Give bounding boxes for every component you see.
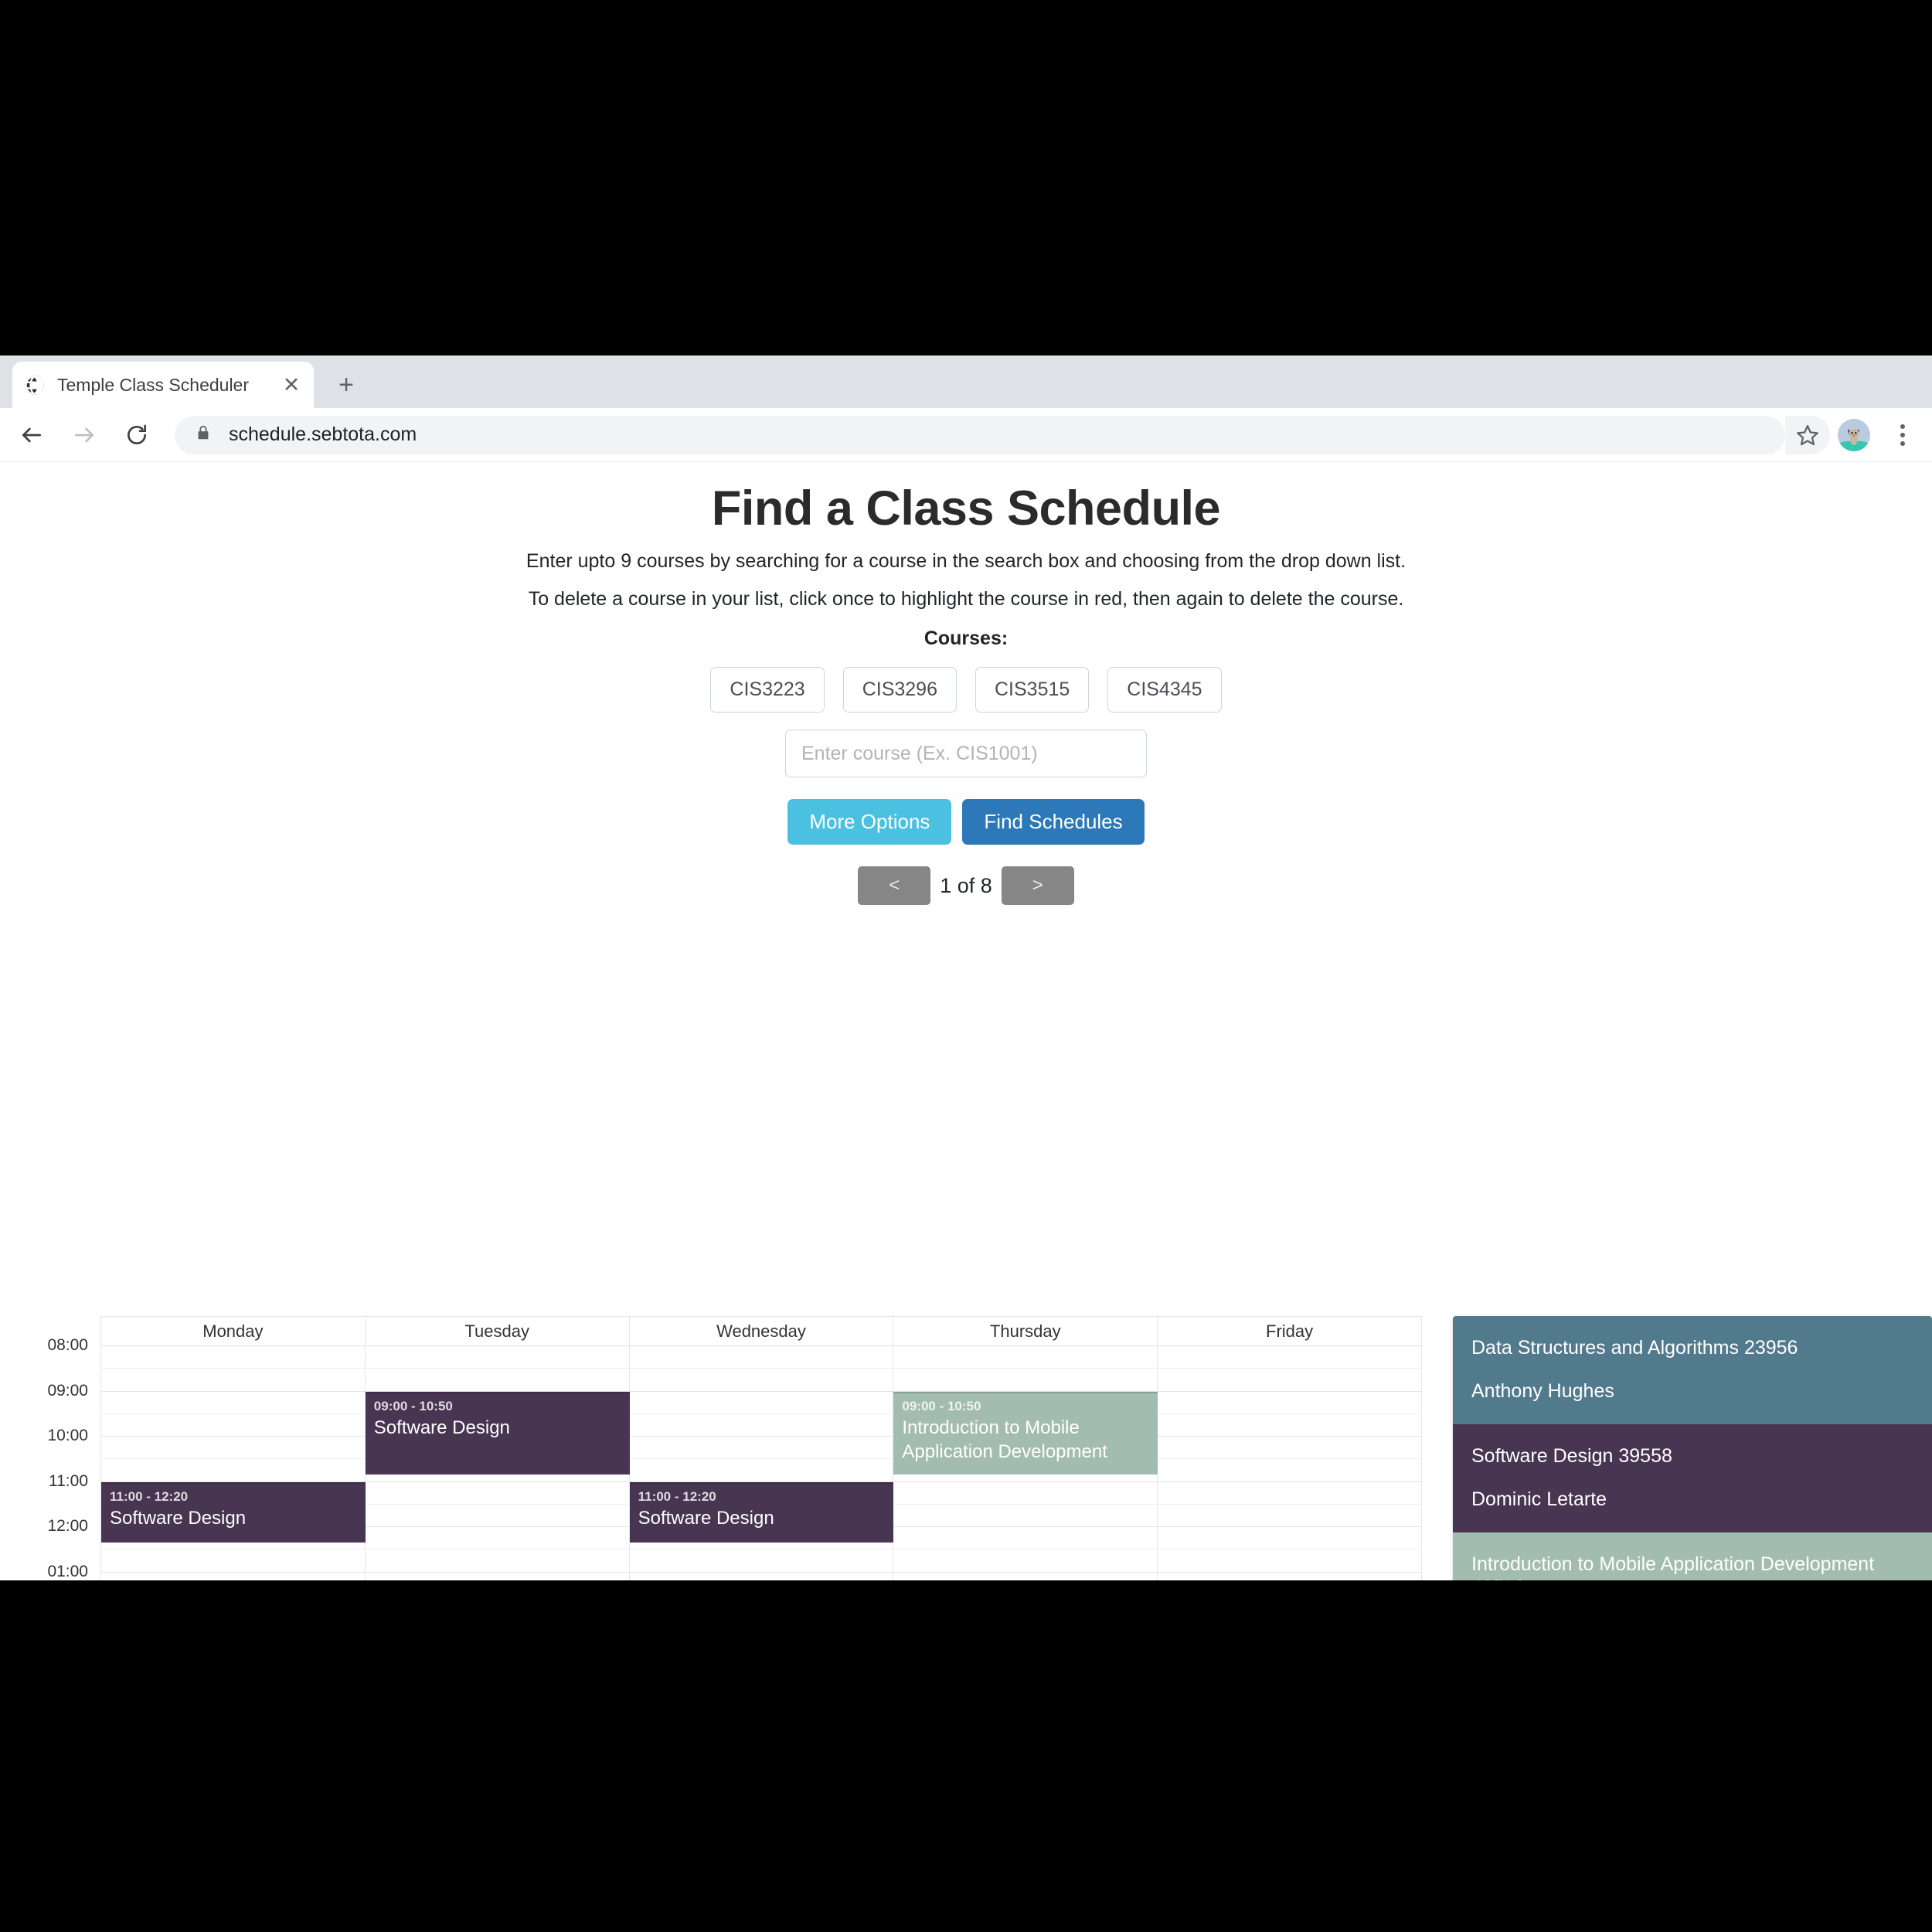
time-label: 09:00: [47, 1381, 88, 1400]
course-legend: Data Structures and Algorithms 23956 Anth…: [1453, 1316, 1932, 1580]
pagination: < 1 of 8 >: [0, 866, 1932, 905]
legend-item-title: Data Structures and Algorithms 23956: [1471, 1337, 1798, 1359]
time-label: 10:00: [47, 1427, 88, 1444]
action-buttons: More Options Find Schedules: [0, 799, 1932, 845]
calendar-event-title: Introduction to Mobile Application Devel…: [902, 1417, 1107, 1463]
star-icon[interactable]: [1785, 415, 1830, 454]
time-label: 12:00: [47, 1517, 88, 1535]
calendar-body: 09:00 - 10:50 Software Design 09:00 - 10:5…: [101, 1346, 1422, 1580]
close-icon[interactable]: ✕: [280, 374, 303, 396]
url-text: schedule.sebtota.com: [229, 423, 417, 445]
plus-icon[interactable]: +: [332, 372, 360, 400]
address-bar[interactable]: schedule.sebtota.com: [175, 415, 1785, 454]
calendar-event[interactable]: 11:00 - 12:20 Software Design: [629, 1481, 894, 1543]
browser-tab[interactable]: Temple Class Scheduler ✕: [12, 362, 314, 408]
tab-title: Temple Class Scheduler: [57, 374, 250, 395]
tab-strip: Temple Class Scheduler ✕ +: [0, 355, 1932, 408]
lock-icon: [195, 423, 212, 446]
page-content: Find a Class Schedule Enter upto 9 cours…: [0, 462, 1932, 1580]
calendar-event-time: 09:00 - 10:50: [902, 1398, 981, 1413]
day-header-friday: Friday: [1158, 1317, 1422, 1345]
calendar-event[interactable]: 09:00 - 10:50 Introduction to Mobile Appl…: [893, 1391, 1158, 1475]
three-dots-menu-icon[interactable]: [1887, 423, 1918, 446]
legend-item[interactable]: Software Design 39558 Dominic Letarte: [1453, 1424, 1932, 1532]
reload-icon[interactable]: [116, 414, 158, 456]
legend-item[interactable]: Data Structures and Algorithms 23956 Anth…: [1453, 1316, 1932, 1424]
prev-page-button[interactable]: <: [858, 866, 931, 905]
time-axis: 08:0009:0010:0011:0012:0001:0002:0003:00…: [0, 1336, 99, 1580]
legend-item-title: Software Design 39558: [1471, 1445, 1672, 1467]
calendar-day-header-row: Monday Tuesday Wednesday Thursday Friday: [101, 1317, 1422, 1346]
course-chip[interactable]: CIS3296: [842, 667, 957, 713]
time-label: 11:00: [49, 1471, 88, 1490]
calendar-event-time: 11:00 - 12:20: [638, 1488, 716, 1504]
calendar-event-title: Software Design: [373, 1417, 510, 1439]
page-subtitle-line2: To delete a course in your list, click o…: [528, 588, 1404, 610]
find-schedules-button[interactable]: Find Schedules: [962, 799, 1145, 845]
back-arrow-icon[interactable]: [11, 414, 53, 456]
legend-item-instructor: Dominic Letarte: [1471, 1488, 1607, 1510]
course-chip[interactable]: CIS3515: [975, 667, 1090, 713]
page-indicator: 1 of 8: [940, 873, 992, 897]
calendar-event[interactable]: 09:00 - 10:50 Software Design: [365, 1391, 630, 1475]
calendar-grid: Monday Tuesday Wednesday Thursday Friday: [100, 1316, 1422, 1580]
browser-window: Temple Class Scheduler ✕ + schedule.sebt…: [0, 355, 1932, 1580]
legend-item-title: Introduction to Mobile Application Devel…: [1471, 1553, 1875, 1580]
course-chip[interactable]: CIS3223: [710, 667, 825, 713]
browser-toolbar: schedule.sebtota.com: [0, 408, 1932, 462]
day-header-wednesday: Wednesday: [630, 1317, 894, 1345]
day-header-thursday: Thursday: [893, 1317, 1158, 1345]
globe-icon: [23, 374, 45, 396]
time-label: 01:00: [47, 1562, 88, 1580]
calendar-event-title: Software Design: [638, 1508, 774, 1529]
time-label: 08:00: [47, 1336, 88, 1354]
calendar-event-time: 09:00 - 10:50: [373, 1398, 453, 1413]
course-search-input[interactable]: [785, 730, 1147, 777]
more-options-button[interactable]: More Options: [787, 799, 952, 845]
day-header-tuesday: Tuesday: [366, 1317, 630, 1345]
legend-item[interactable]: Introduction to Mobile Application Devel…: [1453, 1532, 1932, 1580]
calendar-event-time: 11:00 - 12:20: [110, 1488, 189, 1504]
forward-arrow-icon[interactable]: [63, 414, 105, 456]
search-row: [0, 730, 1932, 777]
calendar-event-title: Software Design: [110, 1508, 247, 1529]
course-chip-list: CIS3223 CIS3296 CIS3515 CIS4345: [0, 667, 1932, 713]
courses-label: Courses:: [923, 628, 1009, 649]
schedule-area: 08:0009:0010:0011:0012:0001:0002:0003:00…: [0, 1316, 1932, 1580]
calendar-events-layer: 09:00 - 10:50 Software Design 09:00 - 10:5…: [101, 1346, 1422, 1580]
next-page-button[interactable]: >: [1001, 866, 1074, 905]
page-title: Find a Class Schedule: [711, 481, 1221, 536]
page-subtitle-line1: Enter upto 9 courses by searching for a …: [526, 550, 1406, 572]
calendar-event[interactable]: 11:00 - 12:20 Software Design: [101, 1481, 366, 1543]
cat-avatar-icon[interactable]: [1838, 418, 1870, 451]
legend-item-instructor: Anthony Hughes: [1471, 1380, 1614, 1402]
day-header-monday: Monday: [101, 1317, 366, 1345]
course-chip[interactable]: CIS4345: [1107, 667, 1222, 713]
